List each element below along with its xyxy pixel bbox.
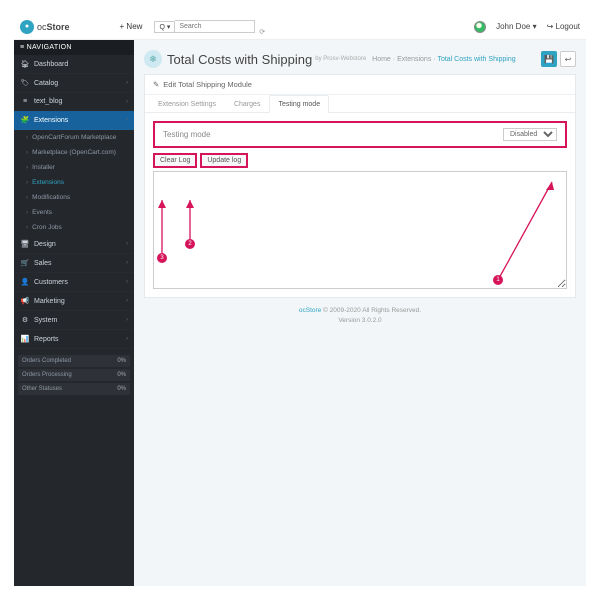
user-menu[interactable]: John Doe ▾: [496, 22, 537, 31]
chart-icon: 📊: [20, 335, 30, 343]
panel-header: ✎Edit Total Shipping Module: [145, 75, 575, 95]
search-button[interactable]: Q ▾: [154, 21, 175, 33]
sidebar-sub-extensions[interactable]: Extensions: [14, 175, 134, 190]
sidebar-item-customers[interactable]: 👤Customers›: [14, 273, 134, 292]
breadcrumb: Home · Extensions · Total Costs with Shi…: [372, 56, 516, 63]
desktop-icon: 🖥: [20, 240, 30, 248]
crumb-current: Total Costs with Shipping: [437, 56, 515, 63]
page-subtitle: by Prosv-Webstore: [315, 56, 366, 62]
sidebar-sub-marketplace[interactable]: Marketplace (OpenCart.com): [14, 145, 134, 160]
crumb-home[interactable]: Home: [372, 56, 391, 63]
share-icon: 📢: [20, 297, 30, 305]
new-button[interactable]: + New: [120, 22, 143, 31]
sidebar-item-sales[interactable]: 🛒Sales›: [14, 254, 134, 273]
testing-mode-label: Testing mode: [163, 130, 211, 139]
sidebar-sub-installer[interactable]: Installer: [14, 160, 134, 175]
stat-completed: Orders Completed0%: [18, 355, 130, 367]
tab-ext-settings[interactable]: Extension Settings: [149, 95, 225, 113]
cart-icon: 🛒: [20, 259, 30, 267]
pencil-icon: ✎: [153, 80, 159, 89]
sidebar-item-design[interactable]: 🖥Design›: [14, 235, 134, 254]
update-log-button[interactable]: Update log: [200, 153, 248, 168]
stat-processing: Orders Processing0%: [18, 369, 130, 381]
puzzle-icon: 🧩: [20, 116, 30, 124]
avatar[interactable]: [474, 21, 486, 33]
clear-log-button[interactable]: Clear Log: [153, 153, 197, 168]
crumb-ext[interactable]: Extensions: [397, 56, 431, 63]
sidebar-item-system[interactable]: ⚙System›: [14, 311, 134, 330]
stat-other: Other Statuses0%: [18, 383, 130, 395]
tag-icon: 🏷: [20, 79, 30, 87]
sidebar: ≡ NAVIGATION 🏠︎Dashboard 🏷Catalog› ≡text…: [14, 40, 134, 586]
module-icon: ❄: [144, 50, 162, 68]
save-button[interactable]: 💾: [541, 51, 557, 67]
page-title: Total Costs with Shipping: [167, 52, 312, 67]
refresh-icon[interactable]: ⟳: [259, 28, 265, 36]
tab-charges[interactable]: Charges: [225, 95, 269, 113]
list-icon: ≡: [20, 98, 30, 105]
sidebar-sub-cron[interactable]: Cron Jobs: [14, 220, 134, 235]
testing-mode-select[interactable]: Disabled: [503, 128, 557, 141]
search-input[interactable]: [175, 20, 255, 33]
sidebar-sub-modifications[interactable]: Modifications: [14, 190, 134, 205]
footer: ocStore © 2009-2020 All Rights Reserved.…: [144, 306, 576, 326]
nav-header: ≡ NAVIGATION: [14, 40, 134, 55]
logo-icon: ●: [20, 20, 34, 34]
dashboard-icon: 🏠︎: [20, 60, 30, 68]
logo[interactable]: ● ocStore: [20, 20, 70, 34]
sidebar-item-marketing[interactable]: 📢Marketing›: [14, 292, 134, 311]
sidebar-item-reports[interactable]: 📊Reports›: [14, 330, 134, 349]
logo-text: ocStore: [37, 22, 70, 32]
logout-link[interactable]: ↪ Logout: [547, 22, 580, 31]
back-button[interactable]: ↩: [560, 51, 576, 67]
sidebar-item-textblog[interactable]: ≡text_blog›: [14, 93, 134, 111]
sidebar-sub-ocforum[interactable]: OpenCartForum Marketplace: [14, 130, 134, 145]
sidebar-item-dashboard[interactable]: 🏠︎Dashboard: [14, 55, 134, 74]
sidebar-sub-events[interactable]: Events: [14, 205, 134, 220]
user-icon: 👤: [20, 278, 30, 286]
footer-brand-link[interactable]: ocStore: [299, 307, 321, 314]
tab-testing-mode[interactable]: Testing mode: [269, 95, 329, 113]
log-textarea[interactable]: [153, 171, 567, 289]
testing-mode-row: Testing mode Disabled: [153, 121, 567, 148]
sidebar-item-extensions[interactable]: 🧩Extensions›: [14, 111, 134, 130]
sidebar-item-catalog[interactable]: 🏷Catalog›: [14, 74, 134, 93]
gear-icon: ⚙: [20, 316, 30, 324]
